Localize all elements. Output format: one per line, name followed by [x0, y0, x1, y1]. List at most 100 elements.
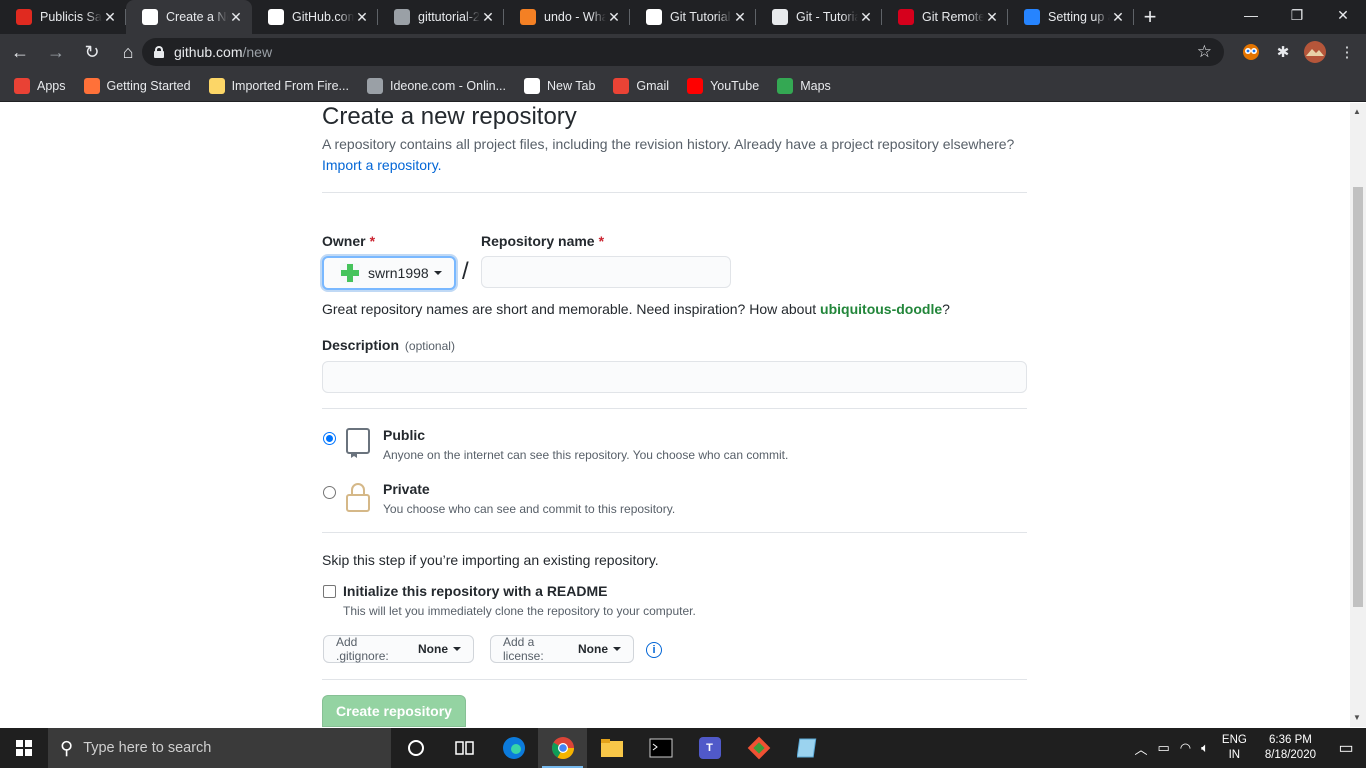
clock-date: 8/18/2020 [1264, 749, 1316, 761]
close-tab-icon[interactable]: ✕ [858, 9, 874, 26]
suggested-name-link[interactable]: ubiquitous-doodle [820, 301, 942, 317]
stackoverflow-icon [520, 9, 536, 25]
file-explorer-icon[interactable] [587, 728, 636, 768]
edge-icon[interactable] [489, 728, 538, 768]
repo-book-icon [345, 427, 371, 464]
extension-owl-icon[interactable] [1240, 41, 1262, 63]
scroll-down-icon[interactable]: ▼ [1353, 713, 1361, 722]
minimize-button[interactable]: — [1228, 0, 1274, 30]
bookmark-item[interactable]: Ideone.com - Onlin... [366, 77, 506, 94]
scrollbar-thumb[interactable] [1353, 187, 1363, 607]
divider [322, 679, 1027, 680]
extensions-puzzle-icon[interactable]: ✱ [1272, 41, 1294, 63]
reload-button[interactable]: ↻ [76, 36, 108, 68]
window-controls: — ❐ ✕ [1228, 0, 1366, 30]
bookmark-star-icon[interactable]: ☆ [1197, 42, 1212, 62]
description-input[interactable] [322, 361, 1027, 393]
browser-tab[interactable]: Git Tutorial ✕ [630, 0, 756, 34]
hint-suffix: ? [942, 301, 950, 317]
profile-avatar-icon[interactable] [1304, 41, 1326, 63]
caret-down-icon [433, 271, 442, 275]
readme-label[interactable]: Initialize this repository with a README [343, 583, 607, 599]
bookmark-item[interactable]: Gmail [613, 77, 669, 94]
globe-icon [524, 77, 540, 94]
intro-text: A repository contains all project files,… [322, 134, 1027, 176]
browser-tab[interactable]: Create a New Repository✕ [126, 0, 252, 34]
publicis-icon [16, 9, 32, 25]
create-repository-button[interactable]: Create repository [322, 695, 466, 727]
close-tab-icon[interactable]: ✕ [354, 9, 370, 26]
git-icon[interactable] [734, 728, 783, 768]
bookmark-item[interactable]: Getting Started [83, 77, 191, 94]
battery-icon[interactable]: ▭ [1157, 740, 1169, 756]
owner-dropdown[interactable]: swrn1998 [322, 256, 456, 290]
bookmark-item[interactable]: YouTube [687, 77, 759, 94]
folder-icon [208, 77, 225, 94]
task-view-icon[interactable] [440, 728, 489, 768]
readme-checkbox[interactable] [323, 585, 336, 598]
bookmark-item[interactable]: Imported From Fire... [208, 77, 349, 94]
clock[interactable]: 6:36 PM 8/18/2020 [1265, 733, 1316, 763]
address-bar[interactable]: github.com/new ☆ [142, 38, 1224, 66]
chevron-up-icon[interactable]: ︿ [1134, 739, 1147, 758]
wifi-icon[interactable]: ◠ [1180, 740, 1191, 756]
language-indicator[interactable]: ENG IN [1222, 733, 1247, 763]
tab-title: GitHub.com Help [292, 10, 354, 24]
tutorial-icon [646, 9, 662, 25]
owner-label: Owner * [322, 233, 375, 249]
close-window-button[interactable]: ✕ [1320, 0, 1366, 30]
browser-tab[interactable]: Git Remote ✕ [882, 0, 1008, 34]
browser-tab[interactable]: gittutorial-2 ✕ [378, 0, 504, 34]
forward-button[interactable]: → [40, 36, 72, 68]
browser-tab[interactable]: undo - What's the✕ [504, 0, 630, 34]
restore-button[interactable]: ❐ [1274, 0, 1320, 30]
bookmark-item[interactable]: Apps [14, 77, 66, 94]
back-button[interactable]: ← [4, 36, 36, 68]
gitignore-dropdown[interactable]: Add .gitignore: None [323, 635, 474, 663]
license-dropdown[interactable]: Add a license: None [490, 635, 634, 663]
terminal-icon[interactable] [636, 728, 685, 768]
owner-name: swrn1998 [368, 265, 429, 281]
divider [322, 408, 1027, 409]
chrome-icon[interactable] [538, 728, 587, 768]
browser-tab[interactable]: Publicis Sapient✕ [0, 0, 126, 34]
tab-title: Git Tutorial [670, 10, 731, 24]
repository-name-input[interactable] [481, 256, 731, 288]
page-title: Create a new repository [322, 103, 577, 130]
menu-kebab-icon[interactable]: ⋮ [1336, 41, 1358, 63]
import-repository-link[interactable]: Import a repository. [322, 157, 442, 173]
new-tab-button[interactable]: + [1134, 0, 1166, 34]
bookmark-item[interactable]: Maps [777, 77, 831, 94]
page-scrollbar[interactable]: ▲ ▼ [1350, 103, 1366, 727]
github-new-repo-page: Create a new repository A repository con… [0, 103, 1350, 727]
system-tray: ︿ ▭ ◠ 🔈︎ ENG IN 6:36 PM 8/18/2020 ▭ [1129, 728, 1366, 768]
teams-icon[interactable]: T [685, 728, 734, 768]
bookmark-item[interactable]: New Tab [524, 77, 595, 94]
volume-icon[interactable]: 🔈︎ [1201, 740, 1209, 756]
browser-tab[interactable]: Git - Tutorial ✕ [756, 0, 882, 34]
reload-icon: ↻ [84, 41, 100, 62]
cortana-icon[interactable] [391, 728, 440, 768]
browser-tab[interactable]: GitHub.com Help✕ [252, 0, 378, 34]
notification-center-icon[interactable]: ▭ [1326, 728, 1366, 768]
notepad-icon[interactable] [783, 728, 832, 768]
scroll-up-icon[interactable]: ▲ [1353, 107, 1361, 116]
close-tab-icon[interactable]: ✕ [1110, 9, 1126, 26]
close-tab-icon[interactable]: ✕ [606, 9, 622, 26]
public-radio[interactable] [323, 432, 336, 445]
tab-title: Publicis Sapient [40, 10, 102, 24]
browser-tab[interactable]: Setting up a ✕ [1008, 0, 1134, 34]
home-button[interactable]: ⌂ [112, 36, 144, 68]
close-tab-icon[interactable]: ✕ [984, 9, 1000, 26]
close-tab-icon[interactable]: ✕ [732, 9, 748, 26]
info-icon[interactable]: i [646, 642, 662, 658]
start-button[interactable] [0, 728, 48, 768]
close-tab-icon[interactable]: ✕ [102, 9, 118, 26]
close-tab-icon[interactable]: ✕ [480, 9, 496, 26]
taskbar-search-box[interactable]: ⚲ Type here to search [48, 728, 391, 768]
search-icon: ⚲ [60, 737, 74, 758]
optional-tag: (optional) [404, 339, 455, 353]
private-radio[interactable] [323, 486, 336, 499]
atlassian-icon [1024, 9, 1040, 25]
close-tab-icon[interactable]: ✕ [228, 9, 244, 26]
